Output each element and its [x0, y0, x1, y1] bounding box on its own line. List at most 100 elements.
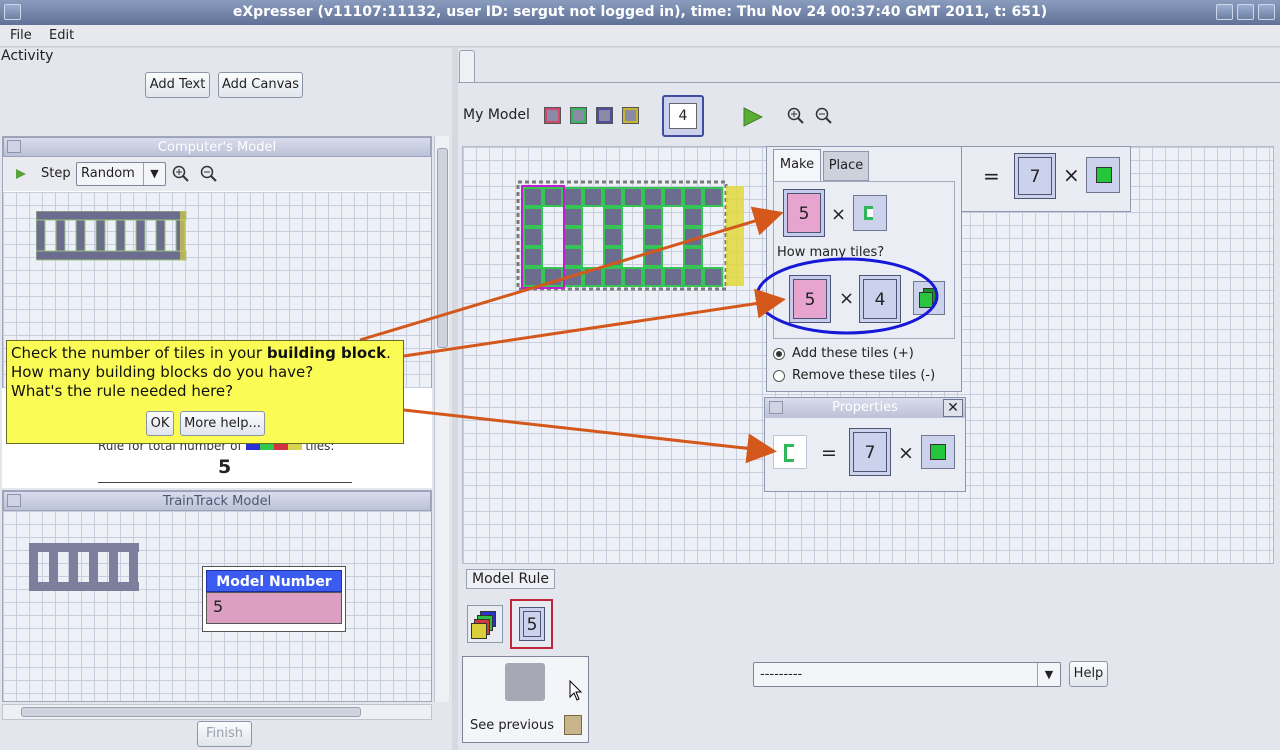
- pattern-tile: [643, 247, 663, 267]
- pattern-tile: [643, 207, 663, 227]
- pattern-tile: [683, 227, 703, 247]
- model-rule-box[interactable]: 5: [510, 599, 553, 649]
- model-number-value[interactable]: 5: [206, 592, 342, 624]
- color-swatch[interactable]: [544, 107, 561, 124]
- building-block-icon[interactable]: [773, 435, 807, 469]
- tile-stack-icon[interactable]: [467, 605, 503, 643]
- pattern-tile: [683, 267, 703, 287]
- window-menu-icon[interactable]: [4, 4, 21, 20]
- add-tiles-radio[interactable]: [773, 348, 785, 360]
- rule-dropdown-value: ---------: [760, 667, 803, 682]
- green-tile-button[interactable]: [1086, 157, 1120, 193]
- pattern-tile: [563, 187, 583, 207]
- properties-value[interactable]: 7: [849, 428, 891, 476]
- rule-dropdown[interactable]: --------- ▼: [753, 662, 1061, 687]
- model-value-box[interactable]: 4: [662, 95, 704, 137]
- model-rule-value[interactable]: 5: [519, 607, 545, 641]
- building-pattern[interactable]: [516, 180, 746, 292]
- maximize-icon[interactable]: [1237, 4, 1254, 20]
- tab-place[interactable]: Place: [823, 151, 869, 181]
- see-previous-label[interactable]: See previous: [470, 718, 554, 733]
- play-icon[interactable]: [742, 106, 764, 128]
- pattern-tile: [523, 267, 543, 287]
- green-tile-button[interactable]: [921, 435, 955, 469]
- ok-button[interactable]: OK: [146, 411, 174, 436]
- pattern-tile: [583, 187, 603, 207]
- add-canvas-button[interactable]: Add Canvas: [218, 72, 303, 98]
- callout-line2: How many building blocks do you have?: [11, 363, 314, 381]
- window-title: eXpresser (v11107:11132, user ID: sergut…: [0, 0, 1280, 25]
- mode-select[interactable]: Random ▼: [76, 162, 166, 186]
- pattern-tile: [603, 227, 623, 247]
- color-swatch[interactable]: [596, 107, 613, 124]
- pattern-tile: [703, 267, 723, 287]
- traintrack-title: TrainTrack Model: [3, 491, 431, 511]
- play-icon[interactable]: [15, 168, 27, 180]
- more-help-button[interactable]: More help...: [180, 411, 265, 436]
- highlight-ellipse: [755, 257, 939, 335]
- menu-edit[interactable]: Edit: [49, 28, 74, 43]
- pattern-tile: [543, 187, 563, 207]
- model-value[interactable]: 4: [669, 103, 697, 129]
- chevron-down-icon[interactable]: ▼: [143, 163, 165, 185]
- top-rule-equals: =: [983, 164, 1000, 188]
- left-scroll-thumb[interactable]: [437, 148, 448, 348]
- top-rule-panel: = 7 ×: [961, 146, 1131, 212]
- chevron-down-icon[interactable]: ▼: [1037, 663, 1060, 686]
- help-callout: Check the number of tiles in your buildi…: [6, 340, 404, 444]
- model-number-box[interactable]: Model Number 5: [202, 566, 346, 632]
- pattern-tile: [603, 187, 623, 207]
- help-button[interactable]: Help: [1069, 661, 1108, 687]
- callout-line1-pre: Check the number of tiles in your: [11, 344, 267, 362]
- computer-model-pattern: [36, 211, 187, 261]
- building-block-button[interactable]: [853, 195, 887, 231]
- pattern-tile: [583, 267, 603, 287]
- menu-bar: File Edit: [0, 25, 1280, 47]
- zoom-out-icon[interactable]: [815, 107, 833, 125]
- color-swatch[interactable]: [622, 107, 639, 124]
- left-horizontal-scrollbar[interactable]: [2, 704, 432, 720]
- close-window-icon[interactable]: [1258, 4, 1275, 20]
- pattern-tile: [603, 207, 623, 227]
- java-icon: [769, 401, 783, 414]
- left-vertical-scrollbar[interactable]: [434, 136, 449, 702]
- pattern-tile: [623, 267, 643, 287]
- properties-equals: =: [821, 442, 837, 464]
- pattern-tile: [523, 227, 543, 247]
- box-icon: [564, 715, 582, 735]
- add-tiles-label[interactable]: Add these tiles (+): [792, 346, 914, 361]
- remove-tiles-label[interactable]: Remove these tiles (-): [792, 368, 935, 383]
- tab-blank[interactable]: [459, 50, 475, 83]
- color-swatch[interactable]: [570, 107, 587, 124]
- zoom-in-icon[interactable]: [787, 107, 805, 125]
- top-rule-value[interactable]: 7: [1014, 153, 1056, 199]
- pattern-tile: [523, 187, 543, 207]
- zoom-out-icon[interactable]: [200, 165, 218, 183]
- pattern-tile: [703, 187, 723, 207]
- callout-line1-bold: building block: [266, 344, 387, 362]
- pattern-tile: [543, 267, 563, 287]
- pattern-tile: [683, 247, 703, 267]
- step-label[interactable]: Step: [41, 166, 71, 181]
- left-hscroll-thumb[interactable]: [21, 707, 361, 717]
- menu-file[interactable]: File: [10, 28, 32, 43]
- make-top-value[interactable]: 5: [783, 189, 825, 237]
- pattern-tile: [603, 267, 623, 287]
- traintrack-canvas[interactable]: Model Number 5: [3, 511, 431, 701]
- pattern-tile: [643, 227, 663, 247]
- properties-title: Properties: [765, 398, 965, 418]
- close-icon[interactable]: ✕: [943, 399, 963, 417]
- properties-panel: Properties ✕ = 7 ×: [764, 397, 966, 492]
- model-rule-label: Model Rule: [466, 569, 555, 589]
- java-icon: [7, 494, 21, 507]
- pattern-tile: [643, 267, 663, 287]
- minimize-icon[interactable]: [1216, 4, 1233, 20]
- pattern-tile: [523, 247, 543, 267]
- add-text-button[interactable]: Add Text: [145, 72, 210, 98]
- remove-tiles-radio[interactable]: [773, 370, 785, 382]
- tab-make[interactable]: Make: [773, 149, 821, 181]
- pattern-tile: [663, 187, 683, 207]
- pattern-tile: [603, 247, 623, 267]
- zoom-in-icon[interactable]: [172, 165, 190, 183]
- finish-button[interactable]: Finish: [197, 721, 252, 747]
